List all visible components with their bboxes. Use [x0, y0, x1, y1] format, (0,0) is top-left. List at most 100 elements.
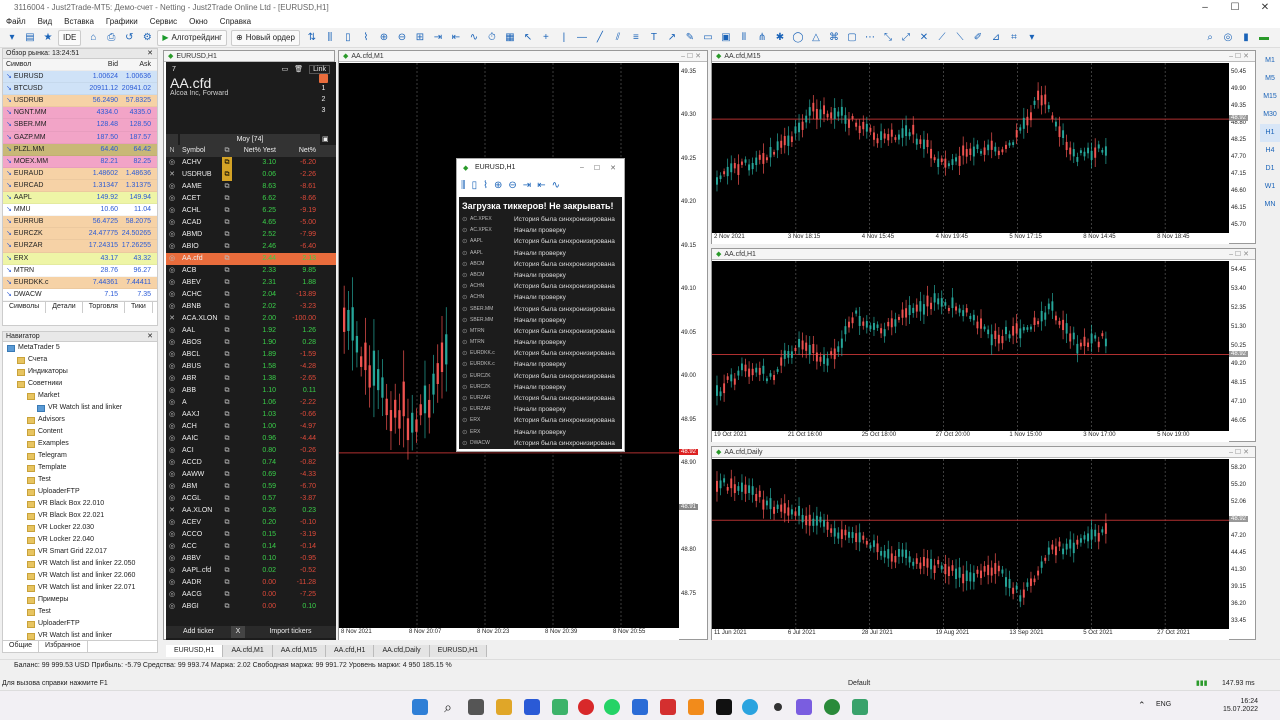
watchlist-row[interactable]: ◎ AA.cfd ⧉ 2.44 2.13	[166, 253, 336, 265]
navigator-item[interactable]: VR Black Box 22.021	[3, 510, 157, 522]
obs-icon[interactable]	[774, 703, 782, 711]
mw-tab-0[interactable]: Символы	[3, 301, 47, 313]
gann-icon[interactable]: ✱	[772, 30, 788, 46]
draw-tool-f-icon[interactable]: ✐	[970, 30, 986, 46]
timeframe-M1[interactable]: M1	[1260, 52, 1280, 70]
remove-button[interactable]: X	[231, 626, 245, 638]
app-purple-icon[interactable]	[796, 699, 812, 715]
watchlist-row[interactable]: ◎ ABBV ⧉ 0.10 -0.95	[166, 553, 336, 565]
watchlist-row[interactable]: ◎ AAL ⧉ 1.92 1.26	[166, 325, 336, 337]
navigator-item[interactable]: VR Watch list and linker	[3, 402, 157, 414]
market-watch-row[interactable]: ↘ EURCAD 1.31347 1.31375	[3, 179, 157, 193]
grid-icon[interactable]: ⊞	[412, 30, 428, 46]
draw-tool-d-icon[interactable]: ⟋	[934, 30, 950, 46]
chart-tab-5[interactable]: EURUSD,H1	[429, 645, 488, 657]
navigator-item[interactable]: Счета	[3, 354, 157, 366]
navigator-item[interactable]: Template	[3, 462, 157, 474]
window-controls-icon[interactable]: – ☐ ✕	[1229, 447, 1249, 457]
market-watch-row[interactable]: ↘ MOEX.MM 82.21 82.25	[3, 155, 157, 168]
task-view-icon[interactable]	[468, 699, 484, 715]
chart-tab-1[interactable]: AA.cfd,M1	[223, 645, 273, 657]
watchlist-row[interactable]: ◎ ABMD ⧉ 2.52 -7.99	[166, 229, 336, 241]
new-chart-icon[interactable]: ▾	[4, 30, 20, 46]
market-watch-row[interactable]: ↘ GAZP.MM 187.50 187.57	[3, 131, 157, 144]
crosshair-icon[interactable]: +	[538, 30, 554, 46]
label-icon[interactable]: ▣	[718, 30, 734, 46]
window-controls-icon[interactable]: – ☐ ✕	[1229, 249, 1249, 259]
candles-icon[interactable]: ▯	[472, 180, 478, 191]
watchlist-row[interactable]: ◎ ABM ⧉ 0.59 -6.70	[166, 481, 336, 493]
navigator-item[interactable]: VR Watch list and linker 22.050	[3, 558, 157, 570]
draw-tool-b-icon[interactable]: ⤢	[898, 30, 914, 46]
navigator-item[interactable]: UploaderFTP	[3, 486, 157, 498]
close-button[interactable]: ✕	[1250, 0, 1280, 15]
menu-item-2[interactable]: Вставка	[64, 17, 94, 26]
watchlist-row[interactable]: ◎ ACHC ⧉ 2.04 -13.89	[166, 289, 336, 301]
watchlist-row[interactable]: ◎ ACET ⧉ 6.62 -8.66	[166, 193, 336, 205]
timeframe-H4[interactable]: H4	[1260, 142, 1280, 160]
templates-icon[interactable]: ▦	[502, 30, 518, 46]
market-watch-icon[interactable]: ★	[40, 30, 56, 46]
watchlist-row[interactable]: ◎ ACEV ⧉ 0.20 -0.10	[166, 517, 336, 529]
screen-icon[interactable]: ▭	[282, 65, 289, 73]
navigator-item[interactable]: VR Watch list and linker 22.071	[3, 582, 157, 594]
market-watch-row[interactable]: ↘ EURZAR 17.24315 17.26255	[3, 240, 157, 253]
watchlist-row[interactable]: ◎ ABGI ⧉ 0.00 0.10	[166, 601, 336, 613]
watchlist-row[interactable]: ◎ ACH ⧉ 1.00 -4.97	[166, 421, 336, 433]
arrow-icon[interactable]: ↗	[664, 30, 680, 46]
clock[interactable]: 16:24 15.07.2022	[1223, 698, 1258, 714]
minimize-icon[interactable]: –	[580, 164, 584, 171]
chart-plot[interactable]	[712, 459, 1229, 629]
profiles-icon[interactable]: ▤	[22, 30, 38, 46]
watchlist-row[interactable]: ◎ AADR ⧉ 0.00 -11.28	[166, 577, 336, 589]
watchlist-row[interactable]: ◎ ABCL ⧉ 1.89 -1.59	[166, 349, 336, 361]
maximize-button[interactable]: ☐	[1220, 0, 1250, 15]
navigator-item[interactable]: Market	[3, 390, 157, 402]
navigator-item[interactable]: UploaderFTP	[3, 618, 157, 630]
autoscroll-icon[interactable]: ⇥	[523, 180, 531, 191]
timeframe-M15[interactable]: M15	[1260, 88, 1280, 106]
draw-tool-h-icon[interactable]: ⌗	[1006, 30, 1022, 46]
autoscroll-icon[interactable]: ⇥	[430, 30, 446, 46]
menu-item-6[interactable]: Справка	[220, 17, 251, 26]
search-icon[interactable]: ⌕	[1202, 30, 1218, 46]
mw-tab-1[interactable]: Детали	[46, 301, 83, 313]
zoom-in-icon[interactable]: ⊕	[376, 30, 392, 46]
market-watch-row[interactable]: ↘ NGNT.MM 4334.0 4335.0	[3, 107, 157, 120]
channel-icon[interactable]: ⫽	[610, 30, 626, 46]
market-watch-row[interactable]: ↘ MTRN 28.76 96.27	[3, 264, 157, 277]
navigator-item[interactable]: Examples	[3, 438, 157, 450]
watchlist-row[interactable]: ◎ ACHL ⧉ 6.25 -9.19	[166, 205, 336, 217]
ellipse-icon[interactable]: ◯	[790, 30, 806, 46]
line-chart-icon[interactable]: ⌇	[358, 30, 374, 46]
chart-tab-0[interactable]: EURUSD,H1	[166, 645, 224, 657]
market-watch-row[interactable]: ↘ AAPL 149.92 149.94	[3, 192, 157, 205]
lines-more-icon[interactable]: ⋯	[862, 30, 878, 46]
watchlist-row[interactable]: ◎ AAXJ ⧉ 1.03 -0.66	[166, 409, 336, 421]
navigator-item[interactable]: VR Locker 22.030	[3, 522, 157, 534]
add-ticker-button[interactable]: Add ticker	[166, 626, 231, 638]
watchlist-row[interactable]: ◎ ABNB ⧉ 2.02 -3.23	[166, 301, 336, 313]
chart-tab-3[interactable]: AA.cfd,H1	[325, 645, 375, 657]
watchlist-row[interactable]: ◎ A ⧉ 1.06 -2.22	[166, 397, 336, 409]
chat-icon[interactable]	[632, 699, 648, 715]
timeframe-D1[interactable]: D1	[1260, 160, 1280, 178]
navigator-item[interactable]: Telegram	[3, 450, 157, 462]
history-icon[interactable]: ↺	[121, 30, 137, 46]
watchlist-row[interactable]: ◎ ABOS ⧉ 1.90 0.28	[166, 337, 336, 349]
new-order-button[interactable]: ⊕ Новый ордер	[231, 29, 300, 46]
nav-tab-0[interactable]: Общие	[3, 641, 40, 652]
close-icon[interactable]: ✕	[610, 164, 616, 172]
watchlist-row[interactable]: ◎ ABR ⧉ 1.38 -2.65	[166, 373, 336, 385]
list-number-3[interactable]: 3	[319, 105, 328, 116]
watchlist-row[interactable]: ◎ AAIC ⧉ 0.96 -4.44	[166, 433, 336, 445]
terminal-icon[interactable]: ⎙	[103, 30, 119, 46]
metatrader-icon[interactable]	[852, 699, 868, 715]
mw-tab-3[interactable]: Тики	[125, 301, 153, 313]
strategy-tester-icon[interactable]: ⚙	[139, 30, 155, 46]
navigator-item[interactable]: Индикаторы	[3, 366, 157, 378]
language-indicator[interactable]: ENG	[1156, 701, 1171, 708]
watchlist-row[interactable]: ◎ AACG ⧉ 0.00 -7.25	[166, 589, 336, 601]
watchlist-row[interactable]: ◎ ABEV ⧉ 2.31 1.88	[166, 277, 336, 289]
market-watch-row[interactable]: ↘ USDRUB 56.2490 57.8325	[3, 95, 157, 108]
